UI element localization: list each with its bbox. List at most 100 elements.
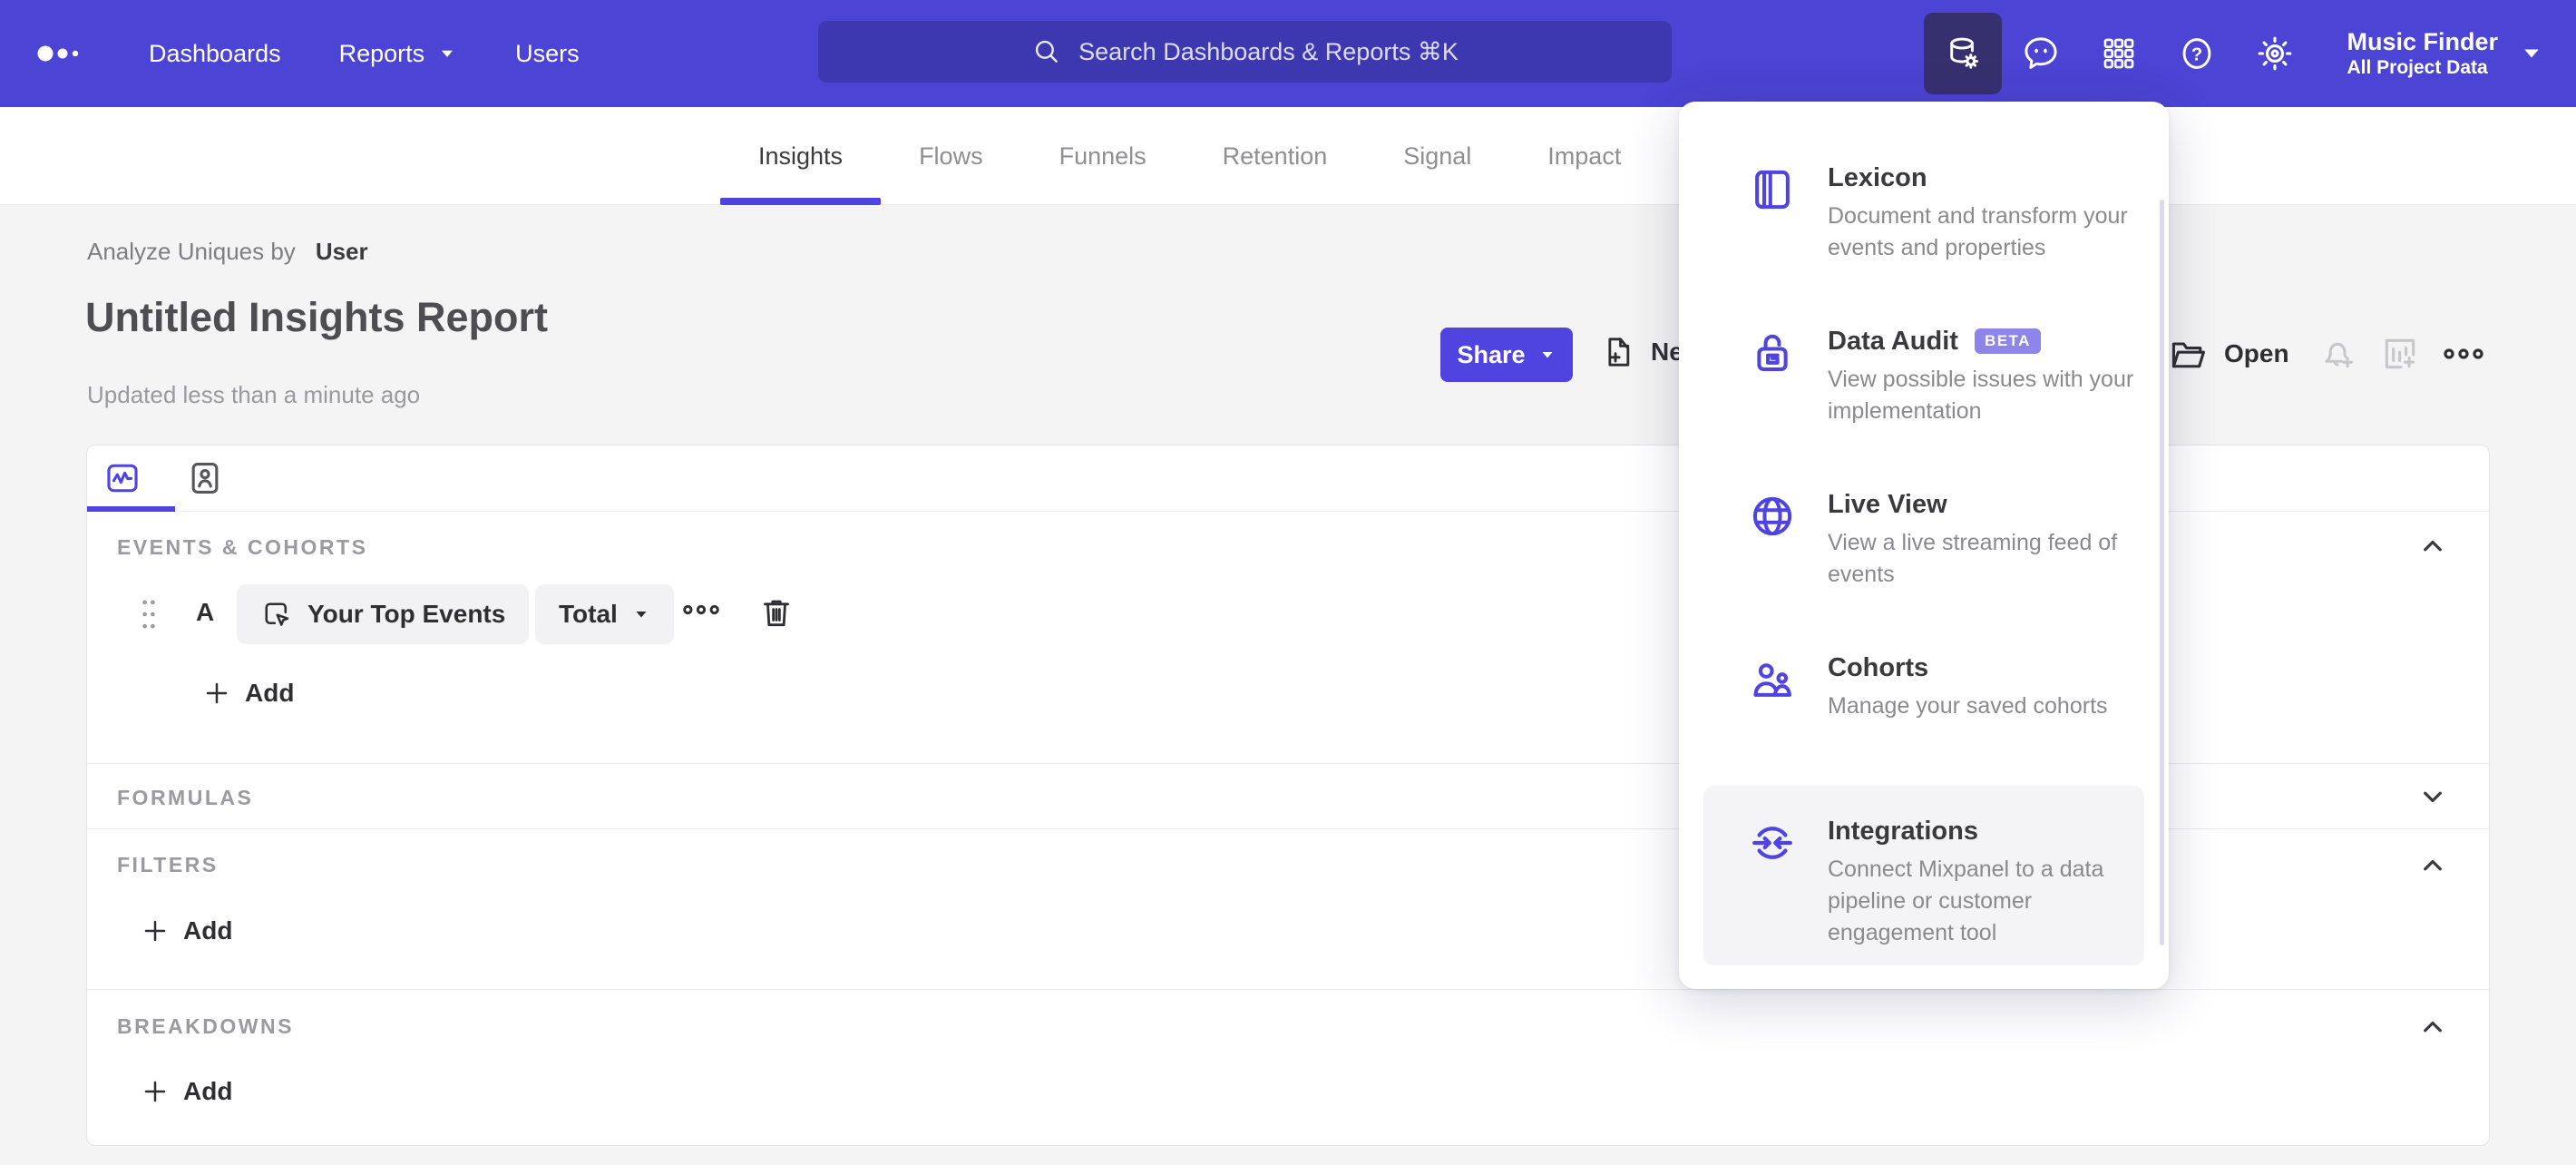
- plus-icon: [144, 1081, 166, 1102]
- top-navigation-bar: Dashboards Reports Users Search Dashboar…: [0, 0, 2576, 107]
- new-report-button[interactable]: Ne: [1600, 334, 1683, 370]
- delete-event-button[interactable]: [758, 594, 795, 631]
- section-label-formulas: FORMULAS: [117, 786, 254, 809]
- gear-icon: [2259, 36, 2292, 71]
- beta-badge: BETA: [1974, 328, 2041, 354]
- settings-button[interactable]: [2236, 13, 2314, 94]
- feedback-button[interactable]: [2002, 13, 2080, 94]
- collapse-events-button[interactable]: [2416, 530, 2449, 563]
- menu-item-title: Cohorts: [1828, 653, 1929, 682]
- drag-dots-icon: [142, 600, 155, 629]
- nav-reports[interactable]: Reports: [339, 40, 458, 68]
- metric-selector-chip[interactable]: Total: [535, 584, 674, 644]
- tab-signal[interactable]: Signal: [1365, 107, 1509, 205]
- chevron-down-icon: [2524, 49, 2539, 58]
- event-selector-chip[interactable]: Your Top Events: [237, 584, 530, 644]
- analyze-uniques-line: Analyze Uniques by User: [87, 238, 368, 266]
- menu-item-title: Data Audit BETA: [1828, 325, 2144, 357]
- chevron-down-icon: [636, 612, 647, 618]
- expand-formulas-button[interactable]: [2416, 780, 2449, 813]
- nav-dashboards[interactable]: Dashboards: [149, 40, 281, 68]
- collapse-breakdowns-button[interactable]: [2416, 1011, 2449, 1043]
- nav-dashboards-label: Dashboards: [149, 39, 281, 67]
- add-to-board-button[interactable]: [2380, 334, 2420, 374]
- event-click-icon: [265, 602, 289, 626]
- nav-users-label: Users: [515, 39, 580, 67]
- alert-bell-plus-button[interactable]: [2318, 334, 2358, 374]
- report-more-options-button[interactable]: [2442, 341, 2485, 367]
- project-name: Music Finder: [2347, 28, 2498, 55]
- plus-icon: [144, 920, 166, 942]
- menu-item-description: Document and transform your events and p…: [1828, 203, 2128, 260]
- chat-bubble-icon: [2025, 37, 2058, 69]
- help-icon: ?: [2183, 38, 2211, 69]
- menu-scrollbar[interactable]: [2160, 200, 2164, 945]
- share-button[interactable]: Share: [1440, 328, 1573, 382]
- menu-item-title: Live View: [1828, 490, 1947, 519]
- tab-events-view[interactable]: [102, 457, 143, 499]
- tab-retention[interactable]: Retention: [1185, 107, 1366, 205]
- topbar-actions: ? Music Finder All Project Data: [1924, 0, 2543, 107]
- section-label-events: EVENTS & COHORTS: [117, 535, 368, 559]
- live-view-globe-icon: [1752, 496, 1792, 536]
- report-title[interactable]: Untitled Insights Report: [85, 294, 548, 341]
- cohorts-people-icon: [1753, 663, 1791, 697]
- document-plus-icon: [1608, 338, 1630, 367]
- menu-item-cohorts[interactable]: Cohorts Manage your saved cohorts: [1703, 630, 2144, 793]
- drag-handle[interactable]: [138, 597, 160, 631]
- bell-plus-icon: [2325, 342, 2354, 368]
- nav-users[interactable]: Users: [515, 40, 580, 68]
- folder-open-icon: [2171, 342, 2205, 368]
- search-input[interactable]: Search Dashboards & Reports ⌘K: [818, 21, 1672, 83]
- search-placeholder: Search Dashboards & Reports ⌘K: [1078, 37, 1459, 65]
- tab-impact[interactable]: Impact: [1509, 107, 1659, 205]
- add-breakdown-button[interactable]: Add: [141, 1077, 232, 1106]
- tab-users-view[interactable]: [184, 457, 226, 499]
- project-scope: All Project Data: [2347, 57, 2488, 78]
- report-updated-text: Updated less than a minute ago: [87, 381, 421, 408]
- add-filter-button[interactable]: Add: [141, 916, 232, 945]
- plus-icon: [206, 682, 228, 704]
- menu-item-integrations[interactable]: Integrations Connect Mixpanel to a data …: [1703, 786, 2144, 965]
- search-icon: [1036, 40, 1058, 63]
- menu-item-lexicon[interactable]: Lexicon Document and transform your even…: [1703, 140, 2144, 303]
- menu-item-description: Connect Mixpanel to a data pipeline or c…: [1828, 857, 2104, 945]
- chart-plus-icon: [2385, 338, 2415, 369]
- open-report-button[interactable]: Open: [2168, 334, 2289, 374]
- event-more-options-button[interactable]: [681, 598, 721, 622]
- project-info: Music Finder All Project Data: [2347, 27, 2498, 80]
- event-name: Your Top Events: [307, 600, 506, 628]
- mixpanel-logo-icon[interactable]: [36, 40, 83, 67]
- mixpanel-app: { "topnav": { "items": ["Dashboards", "R…: [0, 0, 2576, 1165]
- more-options-icon: [683, 604, 719, 615]
- chevron-down-icon: [442, 50, 454, 57]
- menu-item-data-audit[interactable]: Data Audit BETA View possible issues wit…: [1703, 303, 2144, 466]
- data-management-button[interactable]: [1924, 13, 2003, 94]
- chevron-down-icon: [2424, 791, 2442, 803]
- tab-insights[interactable]: Insights: [720, 107, 882, 205]
- chevron-up-icon: [2424, 1021, 2442, 1033]
- svg-text:?: ?: [2191, 44, 2202, 64]
- apps-grid-button[interactable]: [2080, 13, 2158, 94]
- more-options-icon: [2444, 348, 2483, 359]
- database-gear-icon: [1950, 37, 1979, 69]
- user-card-icon: [191, 463, 219, 494]
- menu-item-live-view[interactable]: Live View View a live streaming feed of …: [1703, 466, 2144, 630]
- analyze-label: Analyze Uniques by: [87, 238, 296, 265]
- project-selector[interactable]: Music Finder All Project Data: [2347, 27, 2543, 80]
- report-tabs: Insights Flows Funnels Retention Signal …: [720, 107, 1659, 205]
- trash-icon: [764, 600, 789, 627]
- nav-reports-label: Reports: [338, 39, 425, 67]
- primary-nav: Dashboards Reports Users: [149, 40, 580, 68]
- grid-icon: [2104, 38, 2134, 69]
- collapse-filters-button[interactable]: [2416, 849, 2449, 882]
- menu-item-description: Manage your saved cohorts: [1828, 693, 2108, 719]
- integrations-sync-icon: [1752, 827, 1792, 859]
- add-event-button[interactable]: Add: [203, 679, 294, 708]
- tab-flows[interactable]: Flows: [881, 107, 1021, 205]
- section-label-breakdowns: BREAKDOWNS: [117, 1014, 294, 1038]
- data-audit-lock-icon: [1757, 334, 1788, 372]
- tab-funnels[interactable]: Funnels: [1021, 107, 1185, 205]
- analyze-by-selector[interactable]: User: [316, 238, 368, 266]
- help-button[interactable]: ?: [2158, 13, 2236, 94]
